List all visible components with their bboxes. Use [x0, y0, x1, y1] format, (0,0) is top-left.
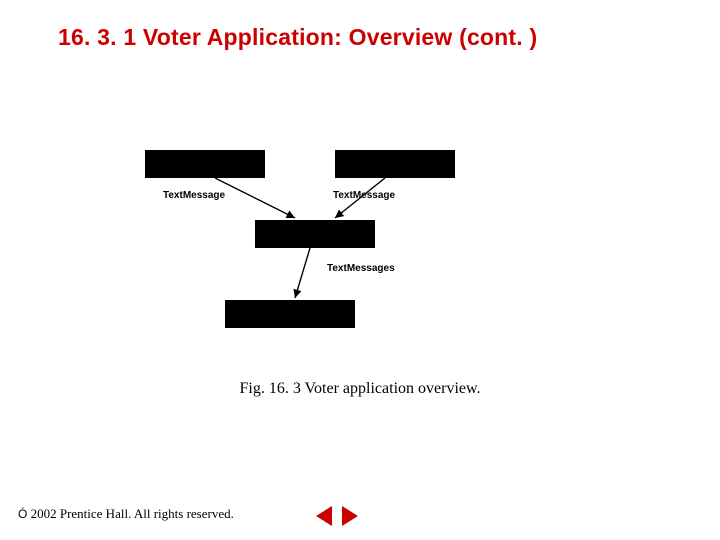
diagram-box-bottom [225, 300, 355, 328]
page-title: 16. 3. 1 Voter Application: Overview (co… [58, 24, 537, 51]
diagram-box-top-right [335, 150, 455, 178]
label-textmessage-1: TextMessage [163, 190, 225, 201]
figure-caption: Fig. 16. 3 Voter application overview. [0, 380, 720, 398]
label-textmessage-2: TextMessage [333, 190, 395, 201]
copyright-symbol: Ó [18, 507, 27, 521]
copyright-text: 2002 Prentice Hall. All rights reserved. [27, 506, 234, 521]
diagram-box-top-left [145, 150, 265, 178]
label-textmessages: TextMessages [327, 263, 395, 274]
diagram: TextMessage TextMessage TextMessages [145, 150, 455, 335]
prev-slide-button[interactable] [316, 506, 332, 526]
diagram-box-middle [255, 220, 375, 248]
next-slide-button[interactable] [342, 506, 358, 526]
nav-buttons [316, 506, 358, 526]
footer-copyright: Ó 2002 Prentice Hall. All rights reserve… [18, 506, 234, 522]
